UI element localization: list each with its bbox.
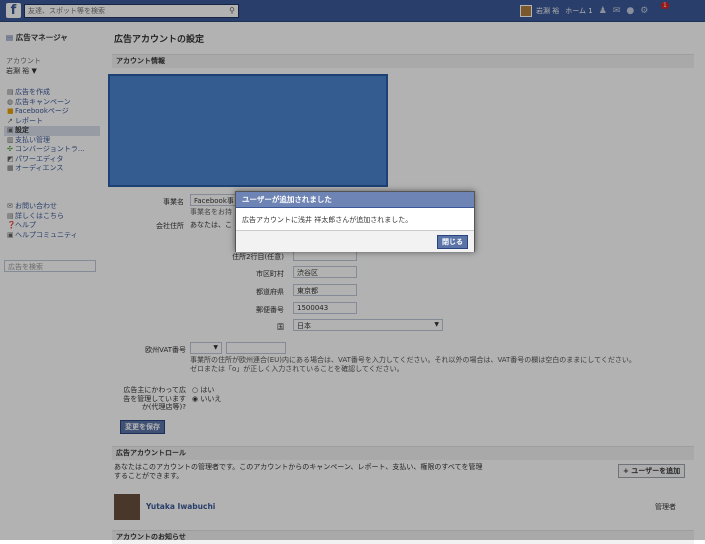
close-button[interactable]: 閉じる xyxy=(437,235,468,249)
dialog-message: 広告アカウントに浅井 祥太郎さんが追加されました。 xyxy=(242,216,413,224)
dialog-footer: 閉じる xyxy=(236,230,474,252)
user-added-dialog: ユーザーが追加されました 広告アカウントに浅井 祥太郎さんが追加されました。 閉… xyxy=(235,191,475,252)
dialog-title: ユーザーが追加されました xyxy=(236,192,474,208)
modal-overlay[interactable] xyxy=(0,0,705,540)
